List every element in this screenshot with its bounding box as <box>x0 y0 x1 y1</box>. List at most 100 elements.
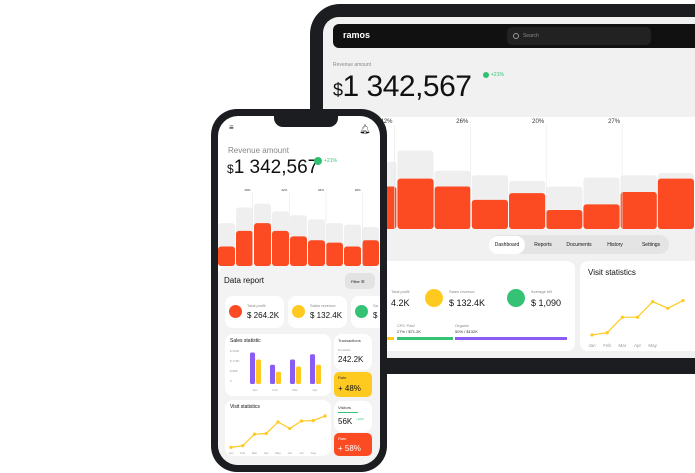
yellow-bar <box>296 366 301 384</box>
bar-label: 20% <box>532 119 545 125</box>
stat-number: 264.2K <box>253 311 280 320</box>
sales-statistic-card: Sales statistic $ 264K $ 176K $ 88K 0 Jan Feb… <box>225 334 331 396</box>
data-point <box>229 445 233 449</box>
y-tick: $ 88K <box>230 369 238 373</box>
data-point <box>681 298 685 303</box>
revenue-bar-chart: 28% 42% 26% 20% <box>218 188 379 266</box>
search-input[interactable]: Search <box>507 27 651 45</box>
month-label: Jun <box>287 451 292 455</box>
month-label: Apr <box>313 388 318 392</box>
data-point <box>651 300 655 304</box>
revenue-label: Revenue amount <box>333 62 372 68</box>
purple-bar <box>270 364 275 384</box>
month-label: Jan <box>253 388 258 392</box>
bill-icon <box>355 305 368 318</box>
revenue-bar <box>344 246 361 266</box>
change-badge: +21% <box>483 72 504 78</box>
metric-label: Total profit <box>391 289 410 294</box>
filter-label: Filter <box>351 279 360 284</box>
menu-icon[interactable]: ≡ <box>229 124 238 132</box>
card-label: Transactions <box>338 338 361 343</box>
month-label: Feb <box>240 451 246 455</box>
revenue-bar <box>583 204 620 229</box>
card-label: Rate <box>338 436 347 441</box>
month-label: Mar <box>618 343 626 348</box>
metric-value: 4.2K <box>391 298 410 308</box>
card-value: + 48% <box>338 384 361 393</box>
visitors-badge: +10% <box>356 417 364 421</box>
bar-label: 20% <box>355 188 361 192</box>
y-tick: $ 176K <box>230 359 240 363</box>
bell-icon[interactable]: 🔔︎ <box>359 124 370 135</box>
revenue-bar <box>290 236 307 266</box>
tab-reports[interactable]: Reports <box>525 236 561 254</box>
yellow-bar <box>256 359 261 384</box>
revenue-number: 1 342,567 <box>233 157 319 178</box>
revenue-bar <box>397 178 434 229</box>
data-point <box>635 315 640 319</box>
search-placeholder: Search <box>523 33 539 39</box>
data-point <box>590 333 594 337</box>
revenue-bar <box>434 186 471 229</box>
tab-dashboard[interactable]: Dashboard <box>489 235 525 254</box>
data-point <box>241 444 245 448</box>
revenue-bar <box>236 230 253 266</box>
revenue-value: $1 342,567 <box>227 157 318 179</box>
yellow-bar <box>276 371 281 384</box>
data-point <box>311 419 315 423</box>
filter-button[interactable]: Filter ☰ <box>345 273 375 289</box>
stat-value: $ 264.2K <box>247 311 280 320</box>
bar-label: 28% <box>245 188 251 192</box>
data-point <box>299 419 304 423</box>
month-label: Mar <box>252 451 257 455</box>
purple-bar <box>310 354 315 384</box>
top-bar: ramos Search <box>333 24 695 48</box>
stat-card: Sa $ <box>351 296 380 328</box>
y-tick: 0 <box>230 379 232 383</box>
data-point <box>264 431 268 436</box>
revenue-bar <box>326 242 343 266</box>
data-point <box>252 432 257 436</box>
stat-label: Sa <box>373 303 378 308</box>
brand-logo[interactable]: ramos <box>343 30 370 40</box>
revenue-label: Revenue amount <box>228 146 289 155</box>
revenue-bar <box>471 199 508 229</box>
purple-bar <box>290 359 295 384</box>
card-title: Visit statistics <box>588 268 636 277</box>
data-point <box>605 331 609 335</box>
metric-value: $ 132.4K <box>449 298 486 308</box>
metric-value: $ 1,090 <box>531 298 562 308</box>
metric-label: Sales revenue <box>449 289 475 294</box>
revenue-bar <box>308 240 325 266</box>
change-text: +21% <box>324 158 337 164</box>
bar-label: 26% <box>318 188 324 192</box>
yellow-bar <box>316 364 321 384</box>
bar-label: 27% <box>608 119 621 125</box>
channel-value: 50% / $132K <box>455 329 478 334</box>
sales-bar-chart: $ 264K $ 176K $ 88K 0 Jan Feb Mar Apr <box>230 349 321 392</box>
progress-green <box>397 337 453 340</box>
y-tick: $ 264K <box>230 349 240 353</box>
phone-notch <box>274 116 338 127</box>
card-sub: 6 months <box>338 348 351 352</box>
stat-value: $ <box>373 311 378 320</box>
rate-card: Rate + 58% <box>334 433 372 456</box>
arrow-up-icon <box>314 157 322 165</box>
data-point <box>323 414 327 418</box>
metrics-card: c Total profit 4.2K Sales revenue $ 132.… <box>369 261 575 351</box>
profit-icon <box>229 305 242 318</box>
month-label: Jul <box>300 451 304 455</box>
month-label: Feb <box>603 343 611 348</box>
visit-line-chart: Jan Feb Mar Apr May <box>588 298 685 348</box>
card-value: + 58% <box>338 444 361 453</box>
rate-card: Rate + 48% <box>334 372 372 397</box>
month-label: Mar <box>292 388 297 392</box>
bar-label: 42% <box>281 188 287 192</box>
month-label: May <box>648 343 657 348</box>
tab-history[interactable]: History <box>597 236 633 254</box>
visitors-card: Visitors 56K +10% <box>334 401 372 432</box>
visit-statistics-card: Visit statistics Jan Feb Mar Apr May <box>580 261 695 351</box>
revenue-bar <box>218 246 235 266</box>
tab-documents[interactable]: Documents <box>561 236 597 254</box>
tab-settings[interactable]: Settings <box>633 236 669 254</box>
